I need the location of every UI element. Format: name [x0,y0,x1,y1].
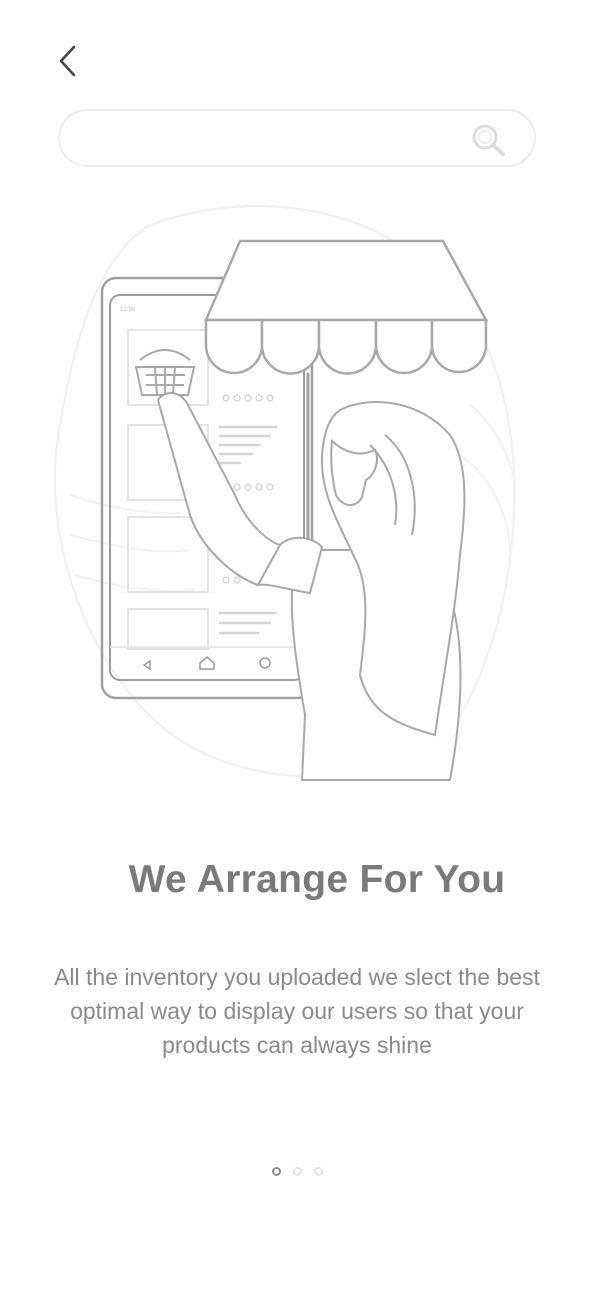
pagination-dots [0,1167,594,1176]
awning-graphic [204,239,489,375]
search-icon[interactable] [468,121,510,159]
basket-graphic [134,349,196,396]
search-bar[interactable] [58,109,536,167]
onboarding-title: We Arrange For You [128,858,506,901]
search-input[interactable] [84,119,468,159]
page-dot-3[interactable] [313,1167,323,1176]
onboarding-illustration: 12:30 [53,205,516,781]
chevron-left-icon [59,45,76,77]
page-dot-1[interactable] [271,1167,281,1176]
onboarding-description: All the inventory you uploaded we slect … [54,964,540,1058]
page-dot-2[interactable] [292,1167,302,1176]
back-button[interactable] [46,40,88,82]
phone-status-time: 12:30 [120,307,136,313]
